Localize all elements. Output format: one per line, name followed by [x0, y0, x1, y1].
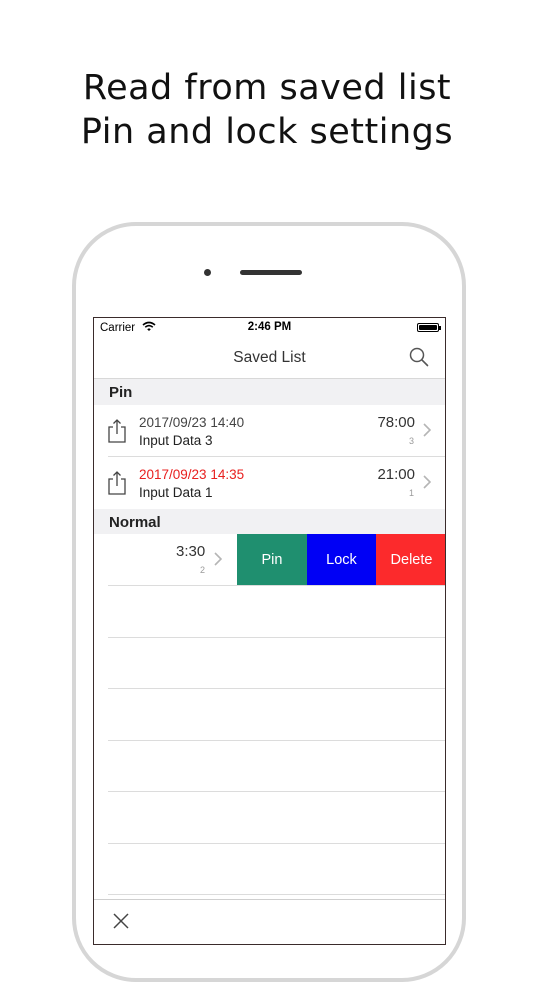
- pin-button[interactable]: Pin: [237, 534, 307, 586]
- chevron-right-icon: [423, 475, 432, 494]
- section-title-pin: Pin: [109, 384, 133, 401]
- empty-row-divider: [108, 740, 445, 741]
- chevron-right-icon: [423, 423, 432, 442]
- empty-row-divider: [108, 637, 445, 638]
- front-camera: [204, 269, 211, 276]
- row-name: Input Data 1: [139, 485, 213, 500]
- status-bar: Carrier 2:46 PM: [94, 318, 445, 338]
- battery-icon: [417, 323, 441, 332]
- row-date: 2017/09/23 14:40: [139, 415, 245, 430]
- status-time: 2:46 PM: [247, 321, 292, 333]
- list-item-swiped[interactable]: 3:30 2 Pin Lock Delete: [94, 534, 445, 586]
- empty-row-divider: [108, 791, 445, 792]
- lock-button[interactable]: Lock: [307, 534, 376, 586]
- row-count: 2: [200, 565, 206, 575]
- promo-headline-line1: Read from saved list: [82, 68, 452, 108]
- row-time: 21:00: [377, 466, 415, 483]
- share-icon[interactable]: [107, 470, 127, 501]
- row-divider: [108, 585, 445, 586]
- delete-button[interactable]: Delete: [376, 534, 445, 586]
- page-title: Saved List: [233, 349, 306, 366]
- row-name: Input Data 3: [139, 433, 213, 448]
- bottom-toolbar: [94, 899, 445, 944]
- empty-row-divider: [108, 688, 445, 689]
- empty-row-divider: [108, 843, 445, 844]
- section-header-normal: Normal: [94, 509, 445, 535]
- chevron-right-icon: [214, 552, 223, 571]
- close-icon[interactable]: [112, 912, 130, 935]
- empty-row-divider: [108, 894, 445, 895]
- row-date: 2017/09/23 14:35: [139, 467, 245, 482]
- section-title-normal: Normal: [109, 514, 161, 531]
- share-icon[interactable]: [107, 418, 127, 449]
- list-item[interactable]: 2017/09/23 14:35 Input Data 1 21:00 1: [94, 457, 445, 509]
- earpiece-speaker: [240, 270, 302, 275]
- row-count: 3: [408, 436, 414, 446]
- row-time: 78:00: [377, 414, 415, 431]
- promo-headline-line2: Pin and lock settings: [80, 112, 454, 152]
- app-screen: Carrier 2:46 PM Saved List Pin 2017/09/2…: [93, 317, 446, 945]
- section-header-pin: Pin: [94, 379, 445, 405]
- row-time: 3:30: [176, 543, 206, 560]
- row-count: 1: [408, 488, 414, 498]
- search-icon[interactable]: [409, 347, 429, 372]
- list-item[interactable]: 2017/09/23 14:40 Input Data 3 78:00 3: [94, 405, 445, 457]
- navigation-bar: Saved List: [94, 338, 445, 379]
